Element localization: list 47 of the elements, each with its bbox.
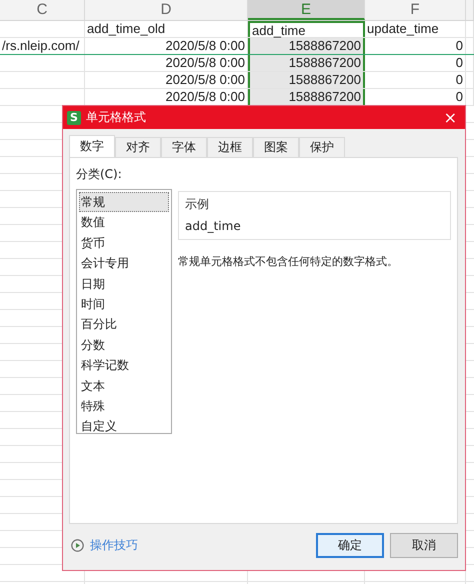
play-icon bbox=[71, 538, 84, 552]
column-header[interactable]: F bbox=[365, 0, 466, 20]
tab[interactable]: 字体 bbox=[161, 137, 207, 157]
table-cell: 0 bbox=[456, 72, 463, 87]
cancel-button[interactable]: 取消 bbox=[390, 532, 458, 558]
table-cell: 2020/5/8 0:00 bbox=[165, 72, 245, 87]
table-cell: 2020/5/8 0:00 bbox=[165, 89, 245, 104]
table-cell: add_time_old bbox=[87, 21, 166, 36]
category-item[interactable]: 货币 bbox=[79, 232, 169, 254]
category-item[interactable]: 常规 bbox=[79, 192, 169, 212]
ok-button[interactable]: 确定 bbox=[316, 532, 384, 558]
close-button[interactable]: × bbox=[436, 108, 465, 127]
category-item[interactable]: 时间 bbox=[79, 294, 169, 314]
category-item[interactable]: 日期 bbox=[79, 274, 169, 294]
table-cell: 0 bbox=[456, 38, 463, 53]
table-cell: 2020/5/8 0:00 bbox=[165, 55, 245, 70]
tab[interactable]: 数字 bbox=[69, 135, 115, 157]
category-item[interactable]: 科学记数 bbox=[79, 355, 169, 376]
table-cell: /rs.nleip.com/ bbox=[2, 38, 80, 53]
table-cell: 1588867200 bbox=[288, 89, 361, 104]
window-title: 单元格格式 bbox=[86, 109, 146, 126]
tab[interactable]: 图案 bbox=[253, 137, 299, 157]
tab[interactable]: 保护 bbox=[299, 137, 345, 157]
column-header[interactable]: C bbox=[0, 0, 85, 20]
category-item[interactable]: 会计专用 bbox=[79, 253, 169, 274]
table-cell: 1588867200 bbox=[288, 72, 361, 87]
category-item[interactable]: 自定义 bbox=[79, 416, 169, 437]
category-item[interactable]: 百分比 bbox=[79, 314, 169, 335]
category-item[interactable]: 特殊 bbox=[79, 396, 169, 416]
sample-value: add_time bbox=[185, 219, 242, 233]
category-item[interactable]: 数值 bbox=[79, 212, 169, 233]
sample-label: 示例 bbox=[185, 196, 210, 213]
table-cell: 2020/5/8 0:00 bbox=[165, 38, 245, 53]
table-cell: 0 bbox=[456, 55, 463, 70]
tab[interactable]: 对齐 bbox=[115, 137, 161, 157]
table-cell: 0 bbox=[456, 89, 463, 104]
table-cell: add_time bbox=[252, 23, 306, 38]
table-cell: 1588867200 bbox=[288, 38, 361, 53]
tab[interactable]: 边框 bbox=[207, 137, 253, 157]
description-text: 常规单元格格式不包含任何特定的数字格式。 bbox=[178, 254, 399, 269]
table-cell: update_time bbox=[367, 21, 439, 36]
category-label: 分类(C): bbox=[76, 166, 123, 183]
app-icon: S bbox=[67, 110, 81, 124]
category-item[interactable]: 文本 bbox=[79, 376, 169, 396]
tips-link[interactable]: 操作技巧 bbox=[90, 536, 138, 554]
table-cell: 1588867200 bbox=[288, 55, 361, 70]
category-item[interactable]: 分数 bbox=[79, 334, 169, 356]
